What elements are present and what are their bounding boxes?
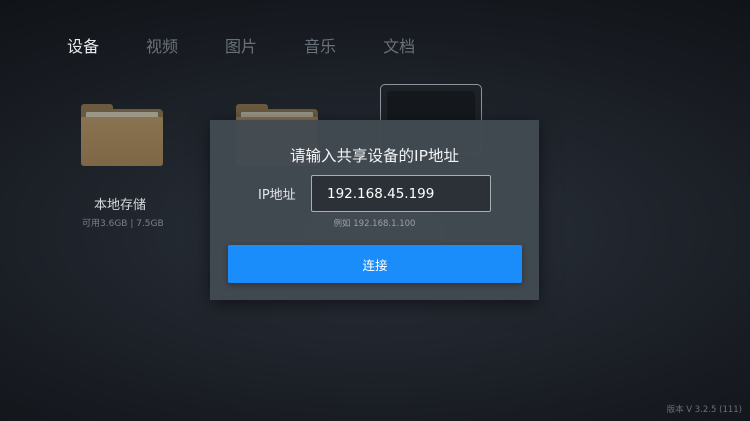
device-tile-local-storage[interactable]: 本地存储 可用3.6GB | 7.5GB xyxy=(62,100,182,230)
tab-devices[interactable]: 设备 xyxy=(67,34,99,60)
tab-pictures[interactable]: 图片 xyxy=(225,34,257,60)
ip-field-label: IP地址 xyxy=(258,188,296,203)
connect-button[interactable]: 连接 xyxy=(228,245,522,283)
tab-music[interactable]: 音乐 xyxy=(304,34,336,60)
folder-icon xyxy=(81,104,163,166)
ip-address-dialog: 请输入共享设备的IP地址 IP地址 例如 192.168.1.100 连接 xyxy=(210,120,539,300)
dialog-title: 请输入共享设备的IP地址 xyxy=(290,147,459,165)
ip-example-hint: 例如 192.168.1.100 xyxy=(333,219,416,229)
tab-video[interactable]: 视频 xyxy=(146,34,178,60)
tile-storage-info: 可用3.6GB | 7.5GB xyxy=(82,219,164,229)
version-label: 版本 V 3.2.5 (111) xyxy=(666,405,742,415)
category-tabs: 设备 视频 图片 音乐 文档 xyxy=(67,34,462,60)
tile-title: 本地存储 xyxy=(94,198,147,213)
tab-documents[interactable]: 文档 xyxy=(383,34,415,60)
ip-address-input[interactable] xyxy=(311,175,491,212)
